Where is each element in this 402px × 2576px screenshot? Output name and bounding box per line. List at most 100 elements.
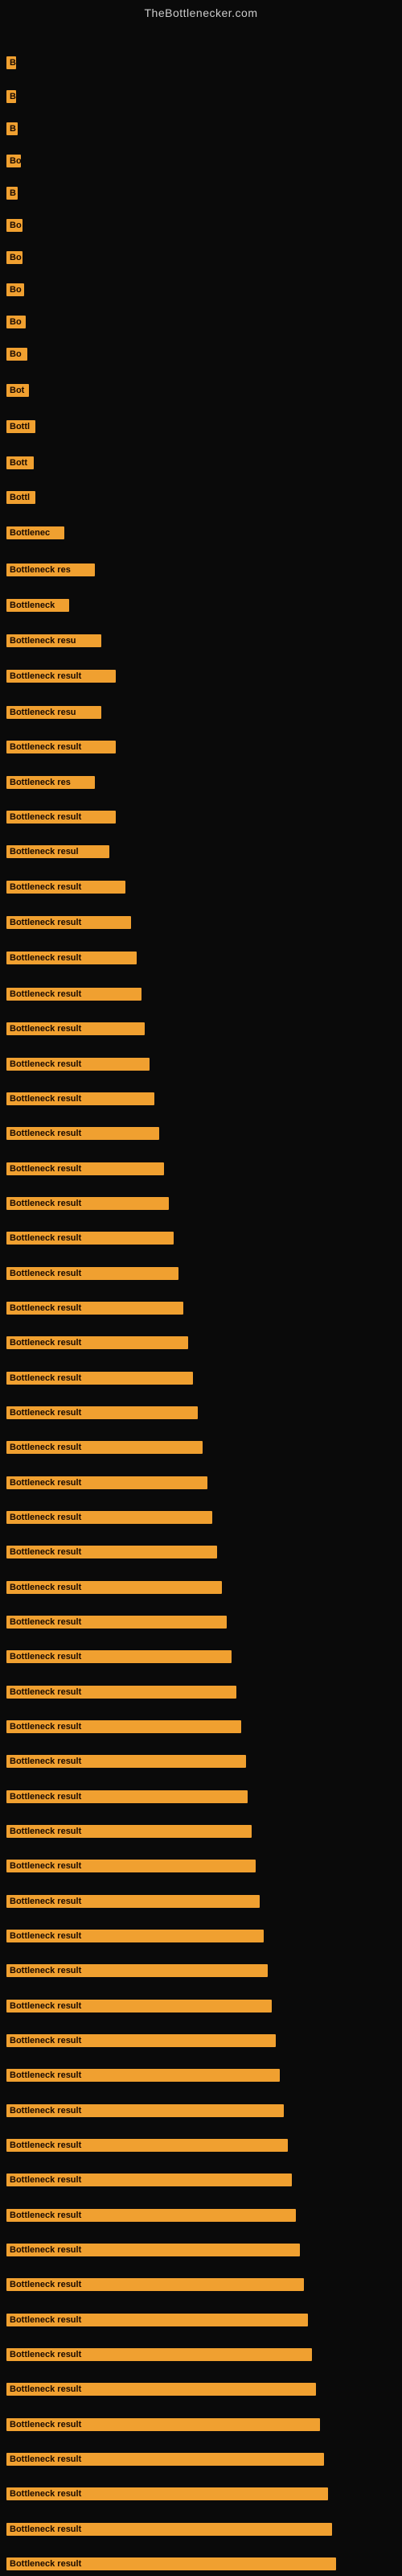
list-item: Bottleneck result [0,2554,402,2574]
list-item: Bottleneck result [0,1298,402,1318]
bottleneck-label: Bo [6,219,23,232]
bottleneck-label: Bottleneck result [6,1964,268,1977]
bottleneck-label: Bottleneck result [6,2453,324,2466]
list-item: B [0,87,402,106]
bottleneck-label: Bottleneck result [6,2000,272,2013]
bottleneck-label: Bottleneck res [6,776,95,789]
list-item: Bottleneck result [0,737,402,757]
list-item: B [0,53,402,72]
bottleneck-label: Bottleneck result [6,952,137,964]
bottleneck-label: Bottleneck result [6,1825,252,1838]
bottleneck-label: Bottleneck result [6,1650,232,1663]
list-item: Bottleneck result [0,1542,402,1562]
bottleneck-label: Bottlenec [6,526,64,539]
bottleneck-label: Bottleneck result [6,1441,203,1454]
items-container: BBBBoBBoBoBoBoBoBotBottlBottBottlBottlen… [0,23,402,2566]
bottleneck-label: Bottleneck result [6,1022,145,1035]
list-item: Bottleneck result [0,2240,402,2260]
list-item: Bottleneck res [0,560,402,580]
bottleneck-label: Bottleneck result [6,1336,188,1349]
list-item: Bottleneck result [0,2484,402,2504]
list-item: Bottleneck result [0,2170,402,2190]
list-item: Bo [0,248,402,267]
list-item: Bottleneck result [0,1856,402,1876]
bottleneck-label: Bottleneck result [6,1511,212,1524]
bottleneck-label: B [6,56,16,69]
list-item: Bottleneck result [0,1264,402,1283]
list-item: Bottleneck result [0,2310,402,2330]
bottleneck-label: Bottleneck result [6,1720,241,1733]
bottleneck-label: Bottleneck result [6,2383,316,2396]
bottleneck-label: Bottleneck result [6,2104,284,2117]
list-item: Bottleneck [0,596,402,615]
bottleneck-label: Bottleneck result [6,1476,207,1489]
bottleneck-label: Bo [6,348,27,361]
list-item: Bo [0,345,402,364]
list-item: Bottleneck result [0,1473,402,1492]
bottleneck-label: Bottleneck result [6,1860,256,1872]
list-item: B [0,119,402,138]
list-item: Bottleneck result [0,948,402,968]
bottleneck-label: Bottleneck result [6,1406,198,1419]
bottleneck-label: Bottleneck result [6,2209,296,2222]
list-item: Bottleneck resu [0,631,402,650]
list-item: Bottleneck result [0,1682,402,1702]
site-title: TheBottlenecker.com [0,0,402,23]
bottleneck-label: Bottleneck result [6,2348,312,2361]
bottleneck-label: B [6,187,18,200]
list-item: Bottleneck result [0,1124,402,1143]
list-item: Bottleneck result [0,1368,402,1388]
bottleneck-label: Bottleneck result [6,2034,276,2047]
list-item: Bottleneck result [0,1578,402,1597]
list-item: Bottl [0,417,402,436]
list-item: Bottl [0,488,402,507]
list-item: Bottleneck result [0,1508,402,1527]
bottleneck-label: Bottleneck result [6,1930,264,1942]
list-item: Bottleneck resu [0,703,402,722]
bottleneck-label: Bottleneck result [6,1197,169,1210]
bottleneck-label: Bottleneck resu [6,634,101,647]
bottleneck-label: Bottl [6,420,35,433]
list-item: Bo [0,216,402,235]
bottleneck-label: Bottleneck result [6,741,116,753]
list-item: Bottleneck result [0,2101,402,2120]
list-item: Bottleneck result [0,2450,402,2469]
list-item: Bottleneck result [0,985,402,1004]
list-item: Bott [0,453,402,473]
list-item: Bottleneck res [0,773,402,792]
list-item: Bottleneck result [0,1228,402,1248]
bottleneck-label: Bottleneck result [6,1616,227,1629]
bottleneck-label: Bottleneck result [6,1162,164,1175]
bottleneck-label: Bottleneck result [6,1686,236,1699]
bottleneck-label: Bottl [6,491,35,504]
bottleneck-label: Bottleneck result [6,1755,246,1768]
list-item: Bo [0,312,402,332]
list-item: Bottleneck result [0,1752,402,1771]
list-item: Bottleneck resul [0,842,402,861]
bottleneck-label: Bot [6,384,29,397]
list-item: Bottleneck result [0,1926,402,1946]
list-item: Bo [0,280,402,299]
list-item: Bottleneck result [0,1822,402,1841]
list-item: Bottleneck result [0,1159,402,1179]
bottleneck-label: Bottleneck result [6,1790,248,1803]
bottleneck-label: Bottleneck result [6,2278,304,2291]
list-item: Bottleneck result [0,2206,402,2225]
bottleneck-label: Bottleneck result [6,1581,222,1594]
list-item: Bottleneck result [0,1438,402,1457]
list-item: Bottleneck result [0,913,402,932]
list-item: Bottleneck result [0,807,402,827]
bottleneck-label: Bottleneck result [6,811,116,824]
bottleneck-label: Bottleneck result [6,2557,336,2570]
bottleneck-label: Bottleneck result [6,2418,320,2431]
bottleneck-label: Bottleneck resul [6,845,109,858]
list-item: Bottleneck result [0,2066,402,2085]
bottleneck-label: Bottleneck result [6,1302,183,1315]
bottleneck-label: Bo [6,155,21,167]
list-item: Bottleneck result [0,1089,402,1108]
list-item: Bottlenec [0,523,402,543]
list-item: Bottleneck result [0,1333,402,1352]
bottleneck-label: Bott [6,456,34,469]
bottleneck-label: Bo [6,316,26,328]
bottleneck-label: Bottleneck result [6,2069,280,2082]
